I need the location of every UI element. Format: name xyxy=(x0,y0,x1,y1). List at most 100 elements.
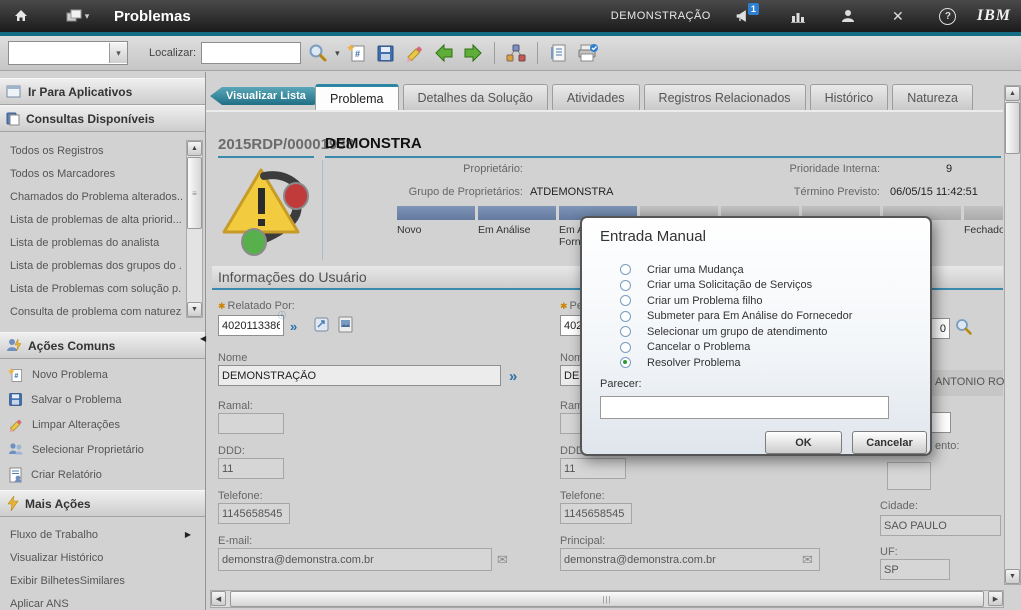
scroll-right-icon[interactable]: ▶ xyxy=(988,591,1003,606)
query-item[interactable]: Lista de problemas dos grupos do ... xyxy=(0,255,182,278)
scrollbar-thumb[interactable] xyxy=(1005,102,1020,154)
scroll-down-icon[interactable]: ▼ xyxy=(187,302,202,317)
name-label: Nome xyxy=(218,352,247,364)
magnifier-icon[interactable] xyxy=(955,318,973,339)
sidebar-section-more-actions[interactable]: Mais Ações xyxy=(0,490,205,517)
sidebar-item-go-to-applications[interactable]: Ir Para Aplicativos xyxy=(0,78,205,105)
query-item[interactable]: Todos os Registros xyxy=(0,140,182,163)
field-label-fragment: ento: xyxy=(935,440,959,452)
email-input xyxy=(218,548,492,571)
workflow-route-icon[interactable] xyxy=(504,41,528,65)
detail-menu-chevron[interactable]: » xyxy=(290,319,297,334)
reported-by-input[interactable] xyxy=(218,315,284,336)
workflow-step-label: Novo xyxy=(397,224,475,236)
profile-icon[interactable] xyxy=(835,3,861,29)
memo-input[interactable] xyxy=(600,396,889,419)
cancel-button[interactable]: Cancelar xyxy=(852,431,927,454)
page-title: Problemas xyxy=(114,8,191,25)
query-item[interactable]: Lista de problemas de alta priorid... xyxy=(0,209,182,232)
tab[interactable]: Histórico xyxy=(810,84,889,111)
action-new-problem[interactable]: # Novo Problema xyxy=(0,362,205,387)
find-input[interactable] xyxy=(201,42,301,64)
search-icon[interactable] xyxy=(306,41,330,65)
radio-button[interactable] xyxy=(620,326,631,337)
radio-button[interactable] xyxy=(620,264,631,275)
query-item[interactable]: Chamados do Problema alterados... xyxy=(0,186,182,209)
select-owner-icon xyxy=(8,442,24,457)
reports-icon[interactable] xyxy=(547,41,571,65)
tab[interactable]: Problema xyxy=(315,84,399,111)
save-icon[interactable] xyxy=(374,41,398,65)
query-item[interactable]: Todos os Marcadores xyxy=(0,163,182,186)
envelope-icon[interactable]: ✉ xyxy=(802,552,813,568)
sidebar-section-common-actions[interactable]: Ações Comuns xyxy=(0,332,205,359)
home-icon[interactable] xyxy=(8,3,34,29)
scrollbar-thumb[interactable]: ≡ xyxy=(187,157,202,229)
tab[interactable]: Detalhes da Solução xyxy=(403,84,548,111)
scrollbar-thumb[interactable]: ||| xyxy=(230,591,984,607)
workflow-segment xyxy=(478,206,556,220)
action-create-report[interactable]: Criar Relatório xyxy=(0,462,205,487)
tab-content-divider xyxy=(206,110,1003,112)
sidebar-section-available-queries[interactable]: Consultas Disponíveis xyxy=(0,105,205,132)
scroll-left-icon[interactable]: ◀ xyxy=(211,591,226,606)
scroll-up-icon[interactable]: ▲ xyxy=(187,141,202,156)
submenu-arrow-icon: ▶ xyxy=(185,530,191,539)
workflow-segment xyxy=(964,206,1003,220)
radio-button[interactable] xyxy=(620,295,631,306)
previous-record-icon[interactable] xyxy=(432,41,456,65)
bulletin-board-icon[interactable]: 1 xyxy=(735,3,761,29)
attachments-icon[interactable] xyxy=(336,315,355,337)
tab[interactable]: Registros Relacionados xyxy=(644,84,806,111)
query-item[interactable]: Consulta de problema com natureza xyxy=(0,301,182,324)
action-select-owner[interactable]: Selecionar Proprietário xyxy=(0,437,205,462)
query-item[interactable]: Lista de problemas do analista xyxy=(0,232,182,255)
divider xyxy=(218,156,314,158)
more-actions-icon xyxy=(6,496,19,511)
scroll-down-icon[interactable]: ▼ xyxy=(1005,569,1020,584)
search-options-caret-icon[interactable]: ▾ xyxy=(335,48,340,59)
new-record-icon[interactable]: # xyxy=(345,41,369,65)
envelope-icon[interactable]: ✉ xyxy=(497,552,508,568)
action-clear-changes[interactable]: Limpar Alterações xyxy=(0,412,205,437)
scroll-up-icon[interactable]: ▲ xyxy=(1005,86,1020,101)
detail-menu-chevron[interactable]: » xyxy=(509,368,517,385)
current-user: DEMONSTRAÇÃO xyxy=(611,10,711,22)
workflow-segment xyxy=(397,206,475,220)
radio-button[interactable] xyxy=(620,280,631,291)
radio-label: Cancelar o Problema xyxy=(647,341,750,353)
tab[interactable]: Natureza xyxy=(892,84,973,111)
action-save-problem[interactable]: Salvar o Problema xyxy=(0,387,205,412)
print-icon[interactable] xyxy=(576,41,600,65)
internal-priority-label: Prioridade Interna: xyxy=(746,163,880,175)
query-select[interactable]: ▾ xyxy=(8,41,128,65)
name-input[interactable] xyxy=(218,365,501,386)
reports-chart-icon[interactable] xyxy=(785,3,811,29)
action-workflow[interactable]: Fluxo de Trabalho ▶ xyxy=(0,523,205,546)
ok-button[interactable]: OK xyxy=(765,431,842,454)
sidebar-collapse-handle[interactable]: ◀ xyxy=(200,334,206,343)
query-item[interactable]: Lista de Problemas com solução p... xyxy=(0,278,182,301)
horizontal-scrollbar[interactable]: ◀ ||| ▶ xyxy=(210,590,1004,608)
radio-label: Criar um Problema filho xyxy=(647,295,763,307)
grip-icon: ||| xyxy=(602,595,611,604)
sign-out-icon[interactable]: ✕ xyxy=(885,3,911,29)
view-list-button[interactable]: Visualizar Lista xyxy=(210,87,316,105)
radio-button[interactable] xyxy=(620,342,631,353)
tab[interactable]: Atividades xyxy=(552,84,640,111)
radio-button[interactable] xyxy=(620,357,631,368)
workflow-option: Resolver Problema xyxy=(620,355,852,371)
query-list-scrollbar[interactable]: ▲ ≡ ▼ xyxy=(186,140,203,318)
long-description-icon[interactable] xyxy=(312,315,331,337)
applications-menu-icon[interactable]: ▾ xyxy=(58,3,96,29)
next-record-icon[interactable] xyxy=(461,41,485,65)
workflow-step: Fechado xyxy=(964,206,1003,254)
vertical-scrollbar[interactable]: ▲ ▼ xyxy=(1004,85,1021,585)
action-apply-sla[interactable]: Aplicar ANS xyxy=(0,592,205,610)
help-icon[interactable]: ? xyxy=(935,3,961,29)
action-view-history[interactable]: Visualizar Histórico xyxy=(0,546,205,569)
clear-changes-icon[interactable] xyxy=(403,41,427,65)
action-similar-tickets[interactable]: Exibir BilhetesSimilares xyxy=(0,569,205,592)
caret-down-icon[interactable]: ▾ xyxy=(109,43,127,63)
radio-button[interactable] xyxy=(620,311,631,322)
